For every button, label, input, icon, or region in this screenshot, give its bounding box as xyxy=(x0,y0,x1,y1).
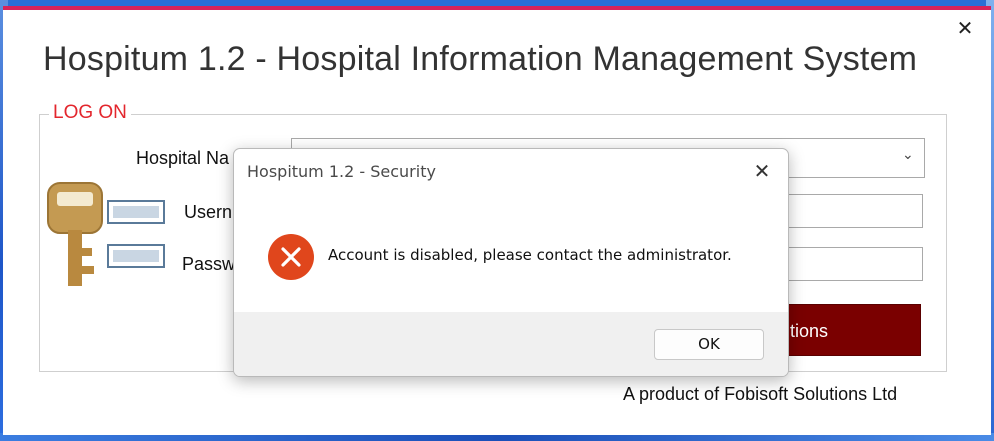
window-close-icon[interactable]: ✕ xyxy=(953,16,977,40)
password-label: Passw xyxy=(182,254,236,274)
ok-button[interactable]: OK xyxy=(654,329,764,360)
dialog-title: Hospitum 1.2 - Security xyxy=(247,162,436,181)
logon-group-legend: LOG ON xyxy=(49,102,131,124)
hospital-name-label: Hospital Na xyxy=(136,148,230,168)
username-label: Usern xyxy=(184,202,233,222)
dialog-close-icon[interactable]: ✕ xyxy=(750,159,774,183)
key-icon xyxy=(47,182,103,286)
chevron-down-icon: ⌄ xyxy=(902,147,914,163)
username-field-icon xyxy=(107,200,165,224)
error-icon xyxy=(268,234,314,280)
dialog-message: Account is disabled, please contact the … xyxy=(328,246,732,264)
product-credit: A product of Fobisoft Solutions Ltd xyxy=(623,384,898,404)
app-title: Hospitum 1.2 - Hospital Information Mana… xyxy=(43,40,918,78)
security-dialog: Hospitum 1.2 - Security ✕ Account is dis… xyxy=(233,148,789,377)
dialog-footer: OK xyxy=(234,312,788,376)
logon-options-button-label: tions xyxy=(790,321,829,341)
window-accent-bar xyxy=(3,6,991,10)
password-field-icon xyxy=(107,244,165,268)
